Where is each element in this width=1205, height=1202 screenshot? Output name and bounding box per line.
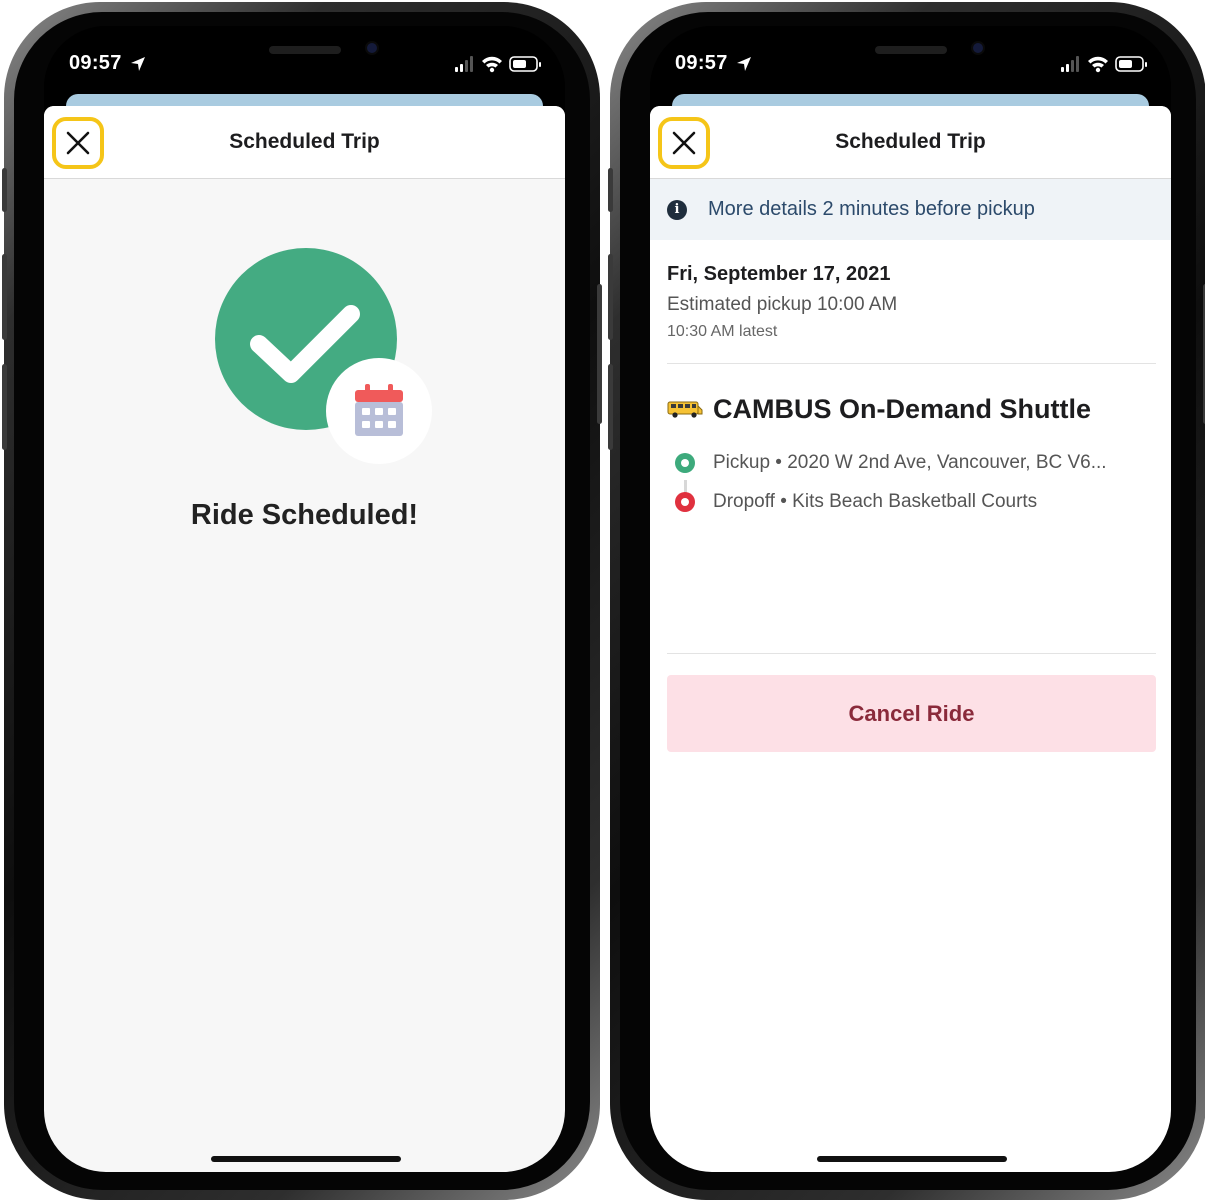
- volume-down-button: [2, 364, 7, 450]
- phone-frame-left: 09:57 Scheduled Trip Ride Scheduled!: [2, 2, 602, 1200]
- divider: [667, 653, 1156, 654]
- success-graphic: [215, 248, 435, 468]
- front-camera: [365, 41, 379, 55]
- silent-switch: [608, 168, 613, 212]
- bus-icon: [667, 401, 703, 418]
- pickup-stop: Pickup • 2020 W 2nd Ave, Vancouver, BC V…: [675, 451, 1107, 475]
- volume-up-button: [608, 254, 613, 340]
- notch: [795, 26, 1027, 64]
- info-banner: i More details 2 minutes before pickup: [650, 179, 1171, 240]
- nav-bar: Scheduled Trip: [650, 106, 1171, 179]
- trip-date: Fri, September 17, 2021: [667, 263, 891, 285]
- home-indicator[interactable]: [817, 1156, 1007, 1162]
- success-message: Ride Scheduled!: [190, 499, 419, 531]
- status-icons: [455, 56, 541, 73]
- calendar-badge: [326, 358, 432, 464]
- app-view: Scheduled Trip Ride Scheduled!: [44, 106, 565, 1172]
- front-camera: [971, 41, 985, 55]
- volume-up-button: [2, 254, 7, 340]
- silent-switch: [2, 168, 7, 212]
- page-title: Scheduled Trip: [835, 130, 986, 153]
- battery-icon: [1115, 56, 1147, 72]
- cancel-ride-button[interactable]: Cancel Ride: [667, 675, 1156, 752]
- power-button: [597, 284, 602, 424]
- calendar-icon: [355, 384, 403, 436]
- location-arrow-icon: [737, 57, 751, 71]
- volume-down-button: [608, 364, 613, 450]
- wifi-icon: [482, 56, 502, 73]
- screen-right: 09:57 Scheduled Trip i More details 2 mi…: [650, 26, 1171, 1172]
- dropoff-text: Dropoff • Kits Beach Basketball Courts: [713, 491, 1038, 512]
- estimated-pickup: Estimated pickup 10:00 AM: [667, 294, 898, 315]
- dropoff-stop: Dropoff • Kits Beach Basketball Courts: [675, 490, 1037, 514]
- wifi-icon: [1088, 56, 1108, 73]
- nav-bar: Scheduled Trip: [44, 106, 565, 179]
- status-icons: [1061, 56, 1147, 73]
- service-row: CAMBUS On-Demand Shuttle: [667, 392, 1091, 426]
- signal-icon: [455, 56, 473, 72]
- pickup-text: Pickup • 2020 W 2nd Ave, Vancouver, BC V…: [713, 452, 1107, 473]
- page-title: Scheduled Trip: [229, 130, 380, 153]
- app-view: Scheduled Trip i More details 2 minutes …: [650, 106, 1171, 1172]
- latest-pickup: 10:30 AM latest: [667, 323, 778, 340]
- divider: [667, 363, 1156, 364]
- info-icon: i: [667, 200, 687, 220]
- dropoff-marker-icon: [675, 492, 695, 512]
- info-text: More details 2 minutes before pickup: [708, 198, 1035, 220]
- screen-left: 09:57 Scheduled Trip Ride Scheduled!: [44, 26, 565, 1172]
- notch: [189, 26, 421, 64]
- signal-icon: [1061, 56, 1079, 72]
- status-time: 09:57: [69, 52, 122, 74]
- location-arrow-icon: [131, 57, 145, 71]
- speaker-grille: [875, 46, 947, 54]
- status-time: 09:57: [675, 52, 728, 74]
- service-name: CAMBUS On-Demand Shuttle: [713, 393, 1091, 424]
- pickup-marker-icon: [675, 453, 695, 473]
- home-indicator[interactable]: [211, 1156, 401, 1162]
- speaker-grille: [269, 46, 341, 54]
- battery-icon: [509, 56, 541, 72]
- phone-frame-right: 09:57 Scheduled Trip i More details 2 mi…: [608, 2, 1205, 1200]
